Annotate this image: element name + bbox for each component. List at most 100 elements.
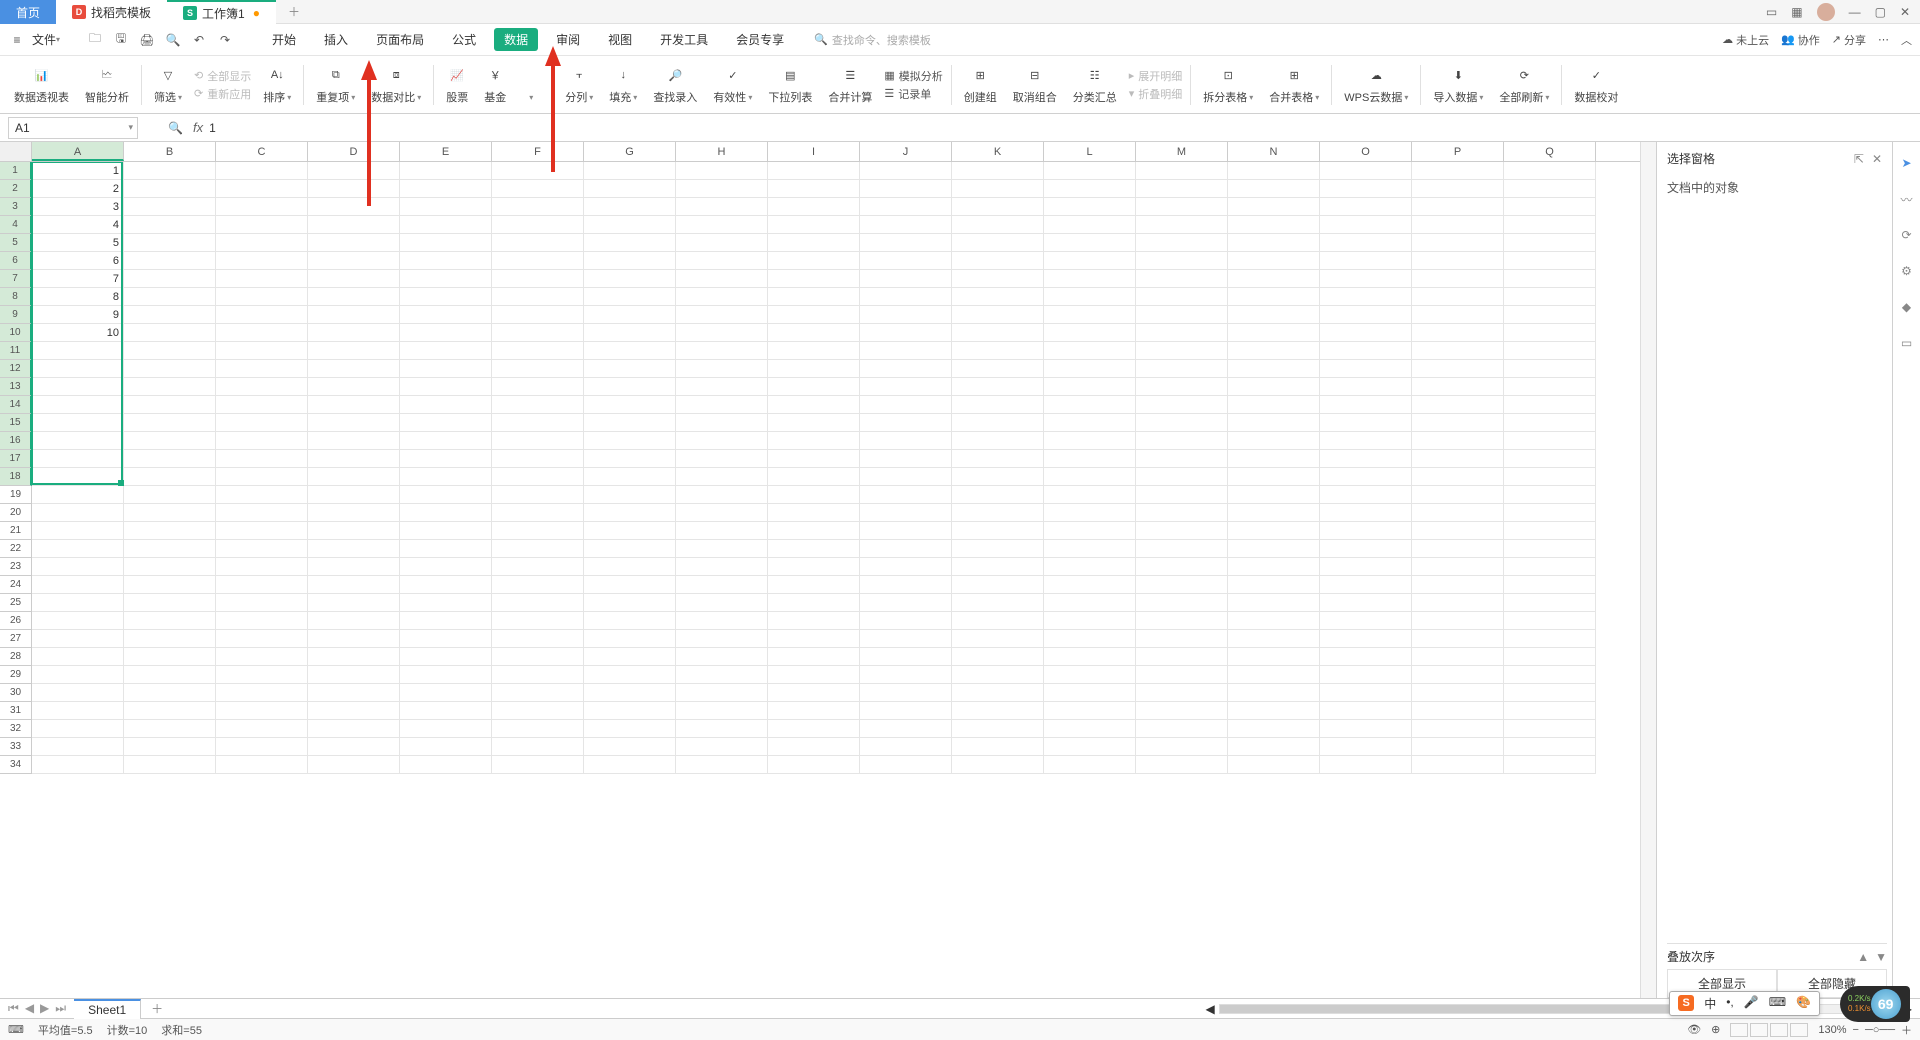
cell-N11[interactable] [1228,342,1320,360]
cell-A13[interactable] [32,378,124,396]
cell-C19[interactable] [216,486,308,504]
cell-J26[interactable] [860,612,952,630]
cell-O8[interactable] [1320,288,1412,306]
cell-C30[interactable] [216,684,308,702]
cell-E23[interactable] [400,558,492,576]
cell-O4[interactable] [1320,216,1412,234]
cell-E11[interactable] [400,342,492,360]
cell-E5[interactable] [400,234,492,252]
cell-L30[interactable] [1044,684,1136,702]
cell-O22[interactable] [1320,540,1412,558]
cell-I4[interactable] [768,216,860,234]
cell-O19[interactable] [1320,486,1412,504]
cell-I31[interactable] [768,702,860,720]
cell-P29[interactable] [1412,666,1504,684]
cell-H8[interactable] [676,288,768,306]
cell-J11[interactable] [860,342,952,360]
cell-M3[interactable] [1136,198,1228,216]
cell-J1[interactable] [860,162,952,180]
cell-I3[interactable] [768,198,860,216]
cell-M2[interactable] [1136,180,1228,198]
col-header-J[interactable]: J [860,142,952,161]
row-header-25[interactable]: 25 [0,594,32,612]
row-header-18[interactable]: 18 [0,468,32,486]
cell-N4[interactable] [1228,216,1320,234]
tab-data[interactable]: 数据 [494,28,538,51]
cloud-status[interactable]: ☁ 未上云 [1722,32,1769,48]
cell-I18[interactable] [768,468,860,486]
cell-I27[interactable] [768,630,860,648]
cell-I5[interactable] [768,234,860,252]
cell-L26[interactable] [1044,612,1136,630]
cell-M7[interactable] [1136,270,1228,288]
cell-P33[interactable] [1412,738,1504,756]
cell-A11[interactable] [32,342,124,360]
cell-K19[interactable] [952,486,1044,504]
cell-G9[interactable] [584,306,676,324]
cell-B6[interactable] [124,252,216,270]
cell-G22[interactable] [584,540,676,558]
cell-L22[interactable] [1044,540,1136,558]
task-icon-5[interactable]: ▭ [1898,334,1916,352]
cell-C17[interactable] [216,450,308,468]
cell-F4[interactable] [492,216,584,234]
row-header-11[interactable]: 11 [0,342,32,360]
cell-K1[interactable] [952,162,1044,180]
cell-M9[interactable] [1136,306,1228,324]
ime-keyboard-icon[interactable]: ⌨ [1769,995,1786,1012]
cell-H30[interactable] [676,684,768,702]
cell-J20[interactable] [860,504,952,522]
cell-O5[interactable] [1320,234,1412,252]
cell-E15[interactable] [400,414,492,432]
cell-I12[interactable] [768,360,860,378]
col-header-G[interactable]: G [584,142,676,161]
cell-D8[interactable] [308,288,400,306]
cell-E1[interactable] [400,162,492,180]
cell-B18[interactable] [124,468,216,486]
cell-M19[interactable] [1136,486,1228,504]
cell-G1[interactable] [584,162,676,180]
row-header-19[interactable]: 19 [0,486,32,504]
row-header-21[interactable]: 21 [0,522,32,540]
cell-L3[interactable] [1044,198,1136,216]
sheet-tab-1[interactable]: Sheet1 [74,999,141,1019]
cell-M23[interactable] [1136,558,1228,576]
cell-P15[interactable] [1412,414,1504,432]
cell-Q13[interactable] [1504,378,1596,396]
cell-Q22[interactable] [1504,540,1596,558]
row-headers[interactable]: 1234567891011121314151617181920212223242… [0,162,32,998]
cell-L4[interactable] [1044,216,1136,234]
type-dropdown[interactable]: ▾ [514,59,548,111]
data-compare-button[interactable]: ⧈数据对比▾ [363,59,429,111]
cell-Q12[interactable] [1504,360,1596,378]
cell-F26[interactable] [492,612,584,630]
cell-O24[interactable] [1320,576,1412,594]
cell-N24[interactable] [1228,576,1320,594]
cell-H12[interactable] [676,360,768,378]
cell-L20[interactable] [1044,504,1136,522]
cell-D1[interactable] [308,162,400,180]
share-button[interactable]: ↗ 分享 [1832,32,1866,48]
cell-C12[interactable] [216,360,308,378]
cell-M27[interactable] [1136,630,1228,648]
cell-D23[interactable] [308,558,400,576]
cell-L19[interactable] [1044,486,1136,504]
workbook-tab[interactable]: S工作簿1● [167,0,276,24]
group-button[interactable]: ⊞创建组 [956,59,1005,111]
cell-E32[interactable] [400,720,492,738]
cell-F9[interactable] [492,306,584,324]
refresh-all-button[interactable]: ⟳全部刷新▾ [1491,59,1557,111]
cell-P20[interactable] [1412,504,1504,522]
cell-E3[interactable] [400,198,492,216]
cell-E20[interactable] [400,504,492,522]
cell-L5[interactable] [1044,234,1136,252]
cell-H23[interactable] [676,558,768,576]
cell-N23[interactable] [1228,558,1320,576]
cell-Q34[interactable] [1504,756,1596,774]
task-icon-2[interactable]: ⟳ [1898,226,1916,244]
cell-N19[interactable] [1228,486,1320,504]
cell-N2[interactable] [1228,180,1320,198]
cell-B11[interactable] [124,342,216,360]
data-validate-button[interactable]: ✓数据校对 [1566,59,1626,111]
cell-L9[interactable] [1044,306,1136,324]
